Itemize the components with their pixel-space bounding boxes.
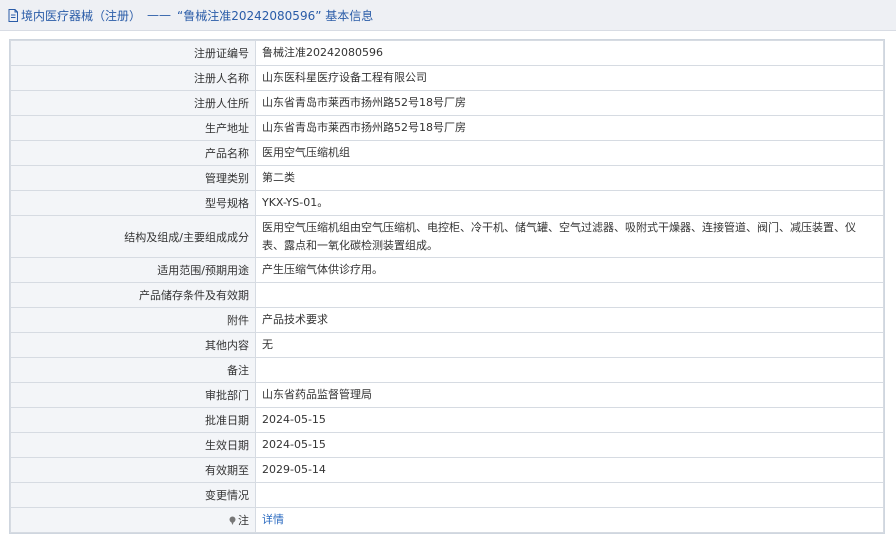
- row-value: 医用空气压缩机组由空气压缩机、电控柜、冷干机、储气罐、空气过滤器、吸附式干燥器、…: [255, 215, 884, 258]
- table-row: 产品名称 医用空气压缩机组: [10, 140, 884, 166]
- pin-icon: [228, 515, 237, 525]
- table-row: 备注: [10, 357, 884, 383]
- row-label: 注: [10, 507, 256, 533]
- table-row: 生效日期 2024-05-15: [10, 432, 884, 458]
- row-value: 2024-05-15: [255, 407, 884, 433]
- table-row: 批准日期 2024-05-15: [10, 407, 884, 433]
- details-link[interactable]: 详情: [262, 513, 284, 526]
- row-label: 有效期至: [10, 457, 256, 483]
- row-label: 批准日期: [10, 407, 256, 433]
- row-label: 生产地址: [10, 115, 256, 141]
- table-row: 管理类别 第二类: [10, 165, 884, 191]
- row-label: 生效日期: [10, 432, 256, 458]
- row-value: 无: [255, 332, 884, 358]
- row-value: [255, 357, 884, 383]
- row-value: 产生压缩气体供诊疗用。: [255, 257, 884, 283]
- table-row: 审批部门 山东省药品监督管理局: [10, 382, 884, 408]
- table-row: 有效期至 2029-05-14: [10, 457, 884, 483]
- row-label: 附件: [10, 307, 256, 333]
- row-value: 2029-05-14: [255, 457, 884, 483]
- row-value: 医用空气压缩机组: [255, 140, 884, 166]
- row-label: 其他内容: [10, 332, 256, 358]
- row-value: YKX-YS-01。: [255, 190, 884, 216]
- table-row: 附件 产品技术要求: [10, 307, 884, 333]
- row-value: 详情: [255, 507, 884, 533]
- row-label: 产品名称: [10, 140, 256, 166]
- info-table: 注册证编号 鲁械注准20242080596 注册人名称 山东医科星医疗设备工程有限公司…: [10, 40, 884, 533]
- row-value: 山东医科星医疗设备工程有限公司: [255, 65, 884, 91]
- document-icon: [7, 8, 19, 22]
- row-label: 备注: [10, 357, 256, 383]
- row-value: 2024-05-15: [255, 432, 884, 458]
- table-row: 其他内容无: [10, 332, 884, 358]
- row-value: 山东省青岛市莱西市扬州路52号18号厂房: [255, 115, 884, 141]
- row-label: 注册人住所: [10, 90, 256, 116]
- table-row: 适用范围/预期用途 产生压缩气体供诊疗用。: [10, 257, 884, 283]
- table-row: 生产地址 山东省青岛市莱西市扬州路52号18号厂房: [10, 115, 884, 141]
- row-label: 变更情况: [10, 482, 256, 508]
- row-label: 管理类别: [10, 165, 256, 191]
- note-label: 注: [238, 514, 249, 527]
- row-label: 注册证编号: [10, 40, 256, 66]
- table-row: 注册证编号 鲁械注准20242080596: [10, 40, 884, 66]
- page-title: “鲁械注准20242080596” 基本信息: [177, 8, 374, 23]
- row-value: 鲁械注准20242080596: [255, 40, 884, 66]
- row-value: [255, 482, 884, 508]
- table-row-note: 注 详情: [10, 507, 884, 533]
- table-row: 产品储存条件及有效期: [10, 282, 884, 308]
- page-header: 境内医疗器械（注册） —— “鲁械注准20242080596” 基本信息: [0, 0, 896, 31]
- row-value: 山东省药品监督管理局: [255, 382, 884, 408]
- info-panel: 注册证编号 鲁械注准20242080596 注册人名称 山东医科星医疗设备工程有限公司…: [9, 39, 885, 534]
- row-label: 结构及组成/主要组成成分: [10, 215, 256, 258]
- table-row: 注册人名称 山东医科星医疗设备工程有限公司: [10, 65, 884, 91]
- row-label: 产品储存条件及有效期: [10, 282, 256, 308]
- breadcrumb-link[interactable]: 境内医疗器械（注册）: [21, 7, 141, 24]
- row-value: 第二类: [255, 165, 884, 191]
- row-label: 审批部门: [10, 382, 256, 408]
- table-row: 变更情况: [10, 482, 884, 508]
- table-row: 型号规格 YKX-YS-01。: [10, 190, 884, 216]
- breadcrumb-separator: ——: [147, 8, 172, 22]
- row-label: 适用范围/预期用途: [10, 257, 256, 283]
- row-label: 注册人名称: [10, 65, 256, 91]
- table-row: 注册人住所 山东省青岛市莱西市扬州路52号18号厂房: [10, 90, 884, 116]
- row-label: 型号规格: [10, 190, 256, 216]
- row-value: [255, 282, 884, 308]
- row-value: 山东省青岛市莱西市扬州路52号18号厂房: [255, 90, 884, 116]
- table-row: 结构及组成/主要组成成分 医用空气压缩机组由空气压缩机、电控柜、冷干机、储气罐、空…: [10, 215, 884, 258]
- row-value: 产品技术要求: [255, 307, 884, 333]
